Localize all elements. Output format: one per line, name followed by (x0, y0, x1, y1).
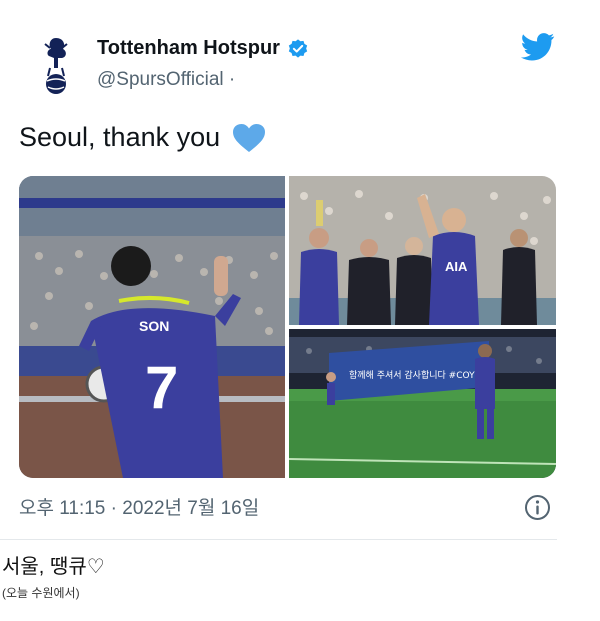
display-name[interactable]: Tottenham Hotspur (97, 37, 280, 60)
tweet-media-grid: SON 7 AIA 함께해 주셔서 감사합니다 #COYS (19, 176, 556, 478)
post-caption: 서울, 땡큐♡ (2, 556, 105, 578)
photo-banner-scene: 함께해 주셔서 감사합니다 #COYS (289, 329, 556, 478)
verified-badge-icon (288, 38, 308, 58)
tweet-card: Tottenham Hotspur @SpursOfficial · Seoul… (0, 0, 600, 540)
photo-son-number-7[interactable]: SON 7 (19, 176, 285, 478)
photo-players-applauding[interactable]: AIA (289, 176, 556, 325)
photo-banner-on-pitch[interactable]: 함께해 주셔서 감사합니다 #COYS (289, 329, 556, 478)
photo-son-scene: SON 7 (19, 176, 285, 478)
divider (0, 539, 557, 540)
jersey-name: SON (139, 318, 169, 334)
tweet-text: Seoul, thank you (19, 122, 266, 153)
jersey-number: 7 (145, 354, 178, 421)
blue-heart-icon (233, 123, 266, 152)
author-name-row: Tottenham Hotspur (97, 37, 309, 60)
photo-players-scene: AIA (289, 176, 556, 325)
twitter-bird-icon[interactable] (521, 33, 555, 61)
sponsor-text: AIA (445, 259, 468, 274)
tweet-timestamp[interactable]: 오후 11:15 · 2022년 7월 16일 (19, 493, 259, 520)
banner-text: 함께해 주셔서 감사합니다 #COYS (349, 369, 481, 381)
post-sub-caption: (오늘 수원에서) (2, 586, 80, 600)
author-handle[interactable]: @SpursOfficial · (97, 69, 235, 91)
info-icon[interactable] (524, 494, 551, 521)
spurs-cockerel-logo[interactable] (36, 34, 76, 96)
tweet-text-content: Seoul, thank you (19, 122, 221, 152)
